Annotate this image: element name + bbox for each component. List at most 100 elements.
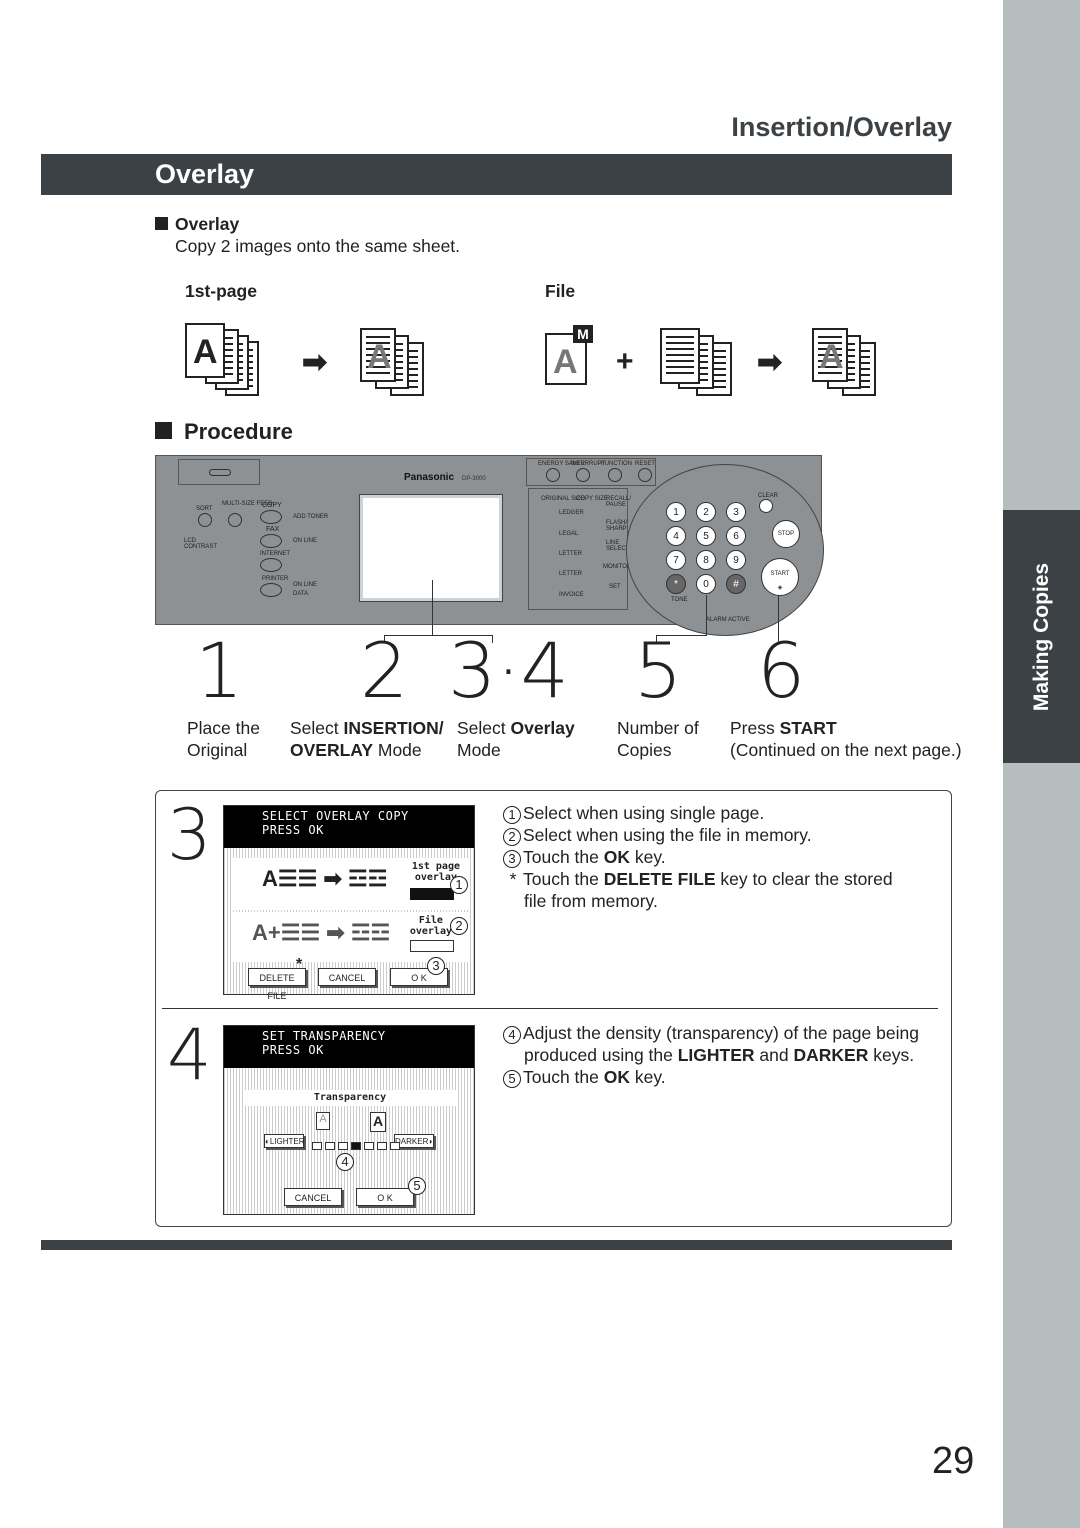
sort-button[interactable] xyxy=(198,513,212,527)
note: 3 Touch the OK key. xyxy=(503,846,893,868)
keypad-key[interactable]: 4 xyxy=(666,526,686,546)
overlaid-pages-icon: A xyxy=(360,328,440,400)
keypad-key[interactable]: 6 xyxy=(726,526,746,546)
internet-label: INTERNET xyxy=(260,551,290,557)
printer-online-label: ON LINE xyxy=(293,582,318,588)
label-bold: Overlay xyxy=(510,718,575,738)
clear-label: CLEAR xyxy=(758,493,779,499)
callout-1: 1 xyxy=(450,876,470,894)
keypad-key[interactable]: 9 xyxy=(726,550,746,570)
clear-button[interactable] xyxy=(759,499,773,513)
keypad-key[interactable]: 5 xyxy=(696,526,716,546)
keypad-key[interactable]: * xyxy=(666,574,686,594)
note-bold: OK xyxy=(603,1067,630,1087)
dark-page-icon: A xyxy=(370,1112,386,1132)
keypad-key[interactable]: 1 xyxy=(666,502,686,522)
copy-button[interactable] xyxy=(260,510,282,524)
copy-label: COPY xyxy=(262,502,282,509)
touch-panel-display[interactable] xyxy=(359,494,503,602)
overlay-select-screen: SELECT OVERLAY COPY PRESS OK 1st page over… xyxy=(223,805,475,1001)
step-6-label: Press START (Continued on the next page.) xyxy=(730,717,962,761)
letter-label[interactable]: LETTER xyxy=(559,551,582,557)
note: 2 Select when using the file in memory. xyxy=(503,824,893,846)
multi-size-feed-button[interactable] xyxy=(228,513,242,527)
overlay-heading: Overlay xyxy=(155,214,239,235)
first-page-overlay-selected[interactable] xyxy=(410,888,454,900)
fax-button[interactable] xyxy=(260,534,282,548)
function-button[interactable] xyxy=(608,468,622,482)
light-page-icon: A xyxy=(316,1112,330,1130)
step-number-3-4: 3·4 xyxy=(448,626,569,715)
start-button[interactable]: START ◈ xyxy=(761,558,799,596)
cancel-button[interactable]: CANCEL xyxy=(318,968,376,986)
text-pages-icon xyxy=(660,328,740,400)
option-label: 1st page xyxy=(411,861,460,872)
keypad-key[interactable]: 7 xyxy=(666,550,686,570)
transparency-screen: SET TRANSPARENCY PRESS OK Transparency A … xyxy=(223,1025,475,1215)
interrupt-button[interactable] xyxy=(576,468,590,482)
internet-button[interactable] xyxy=(260,558,282,572)
keypad-area xyxy=(626,464,824,636)
note-bold: LIGHTER xyxy=(677,1045,755,1065)
side-margin xyxy=(1003,0,1080,1528)
level-segment xyxy=(377,1142,387,1150)
ok-button[interactable]: O K xyxy=(356,1188,414,1206)
transparency-title: Transparency xyxy=(244,1090,456,1106)
cancel-button[interactable]: CANCEL xyxy=(284,1188,342,1206)
label-line: Copies xyxy=(617,740,672,760)
note-bold: DARKER xyxy=(793,1045,869,1065)
first-page-overlay-option[interactable]: 1st page overlay A☰☰ ➡ ☲☲ xyxy=(232,858,468,910)
file-overlay-checkbox[interactable] xyxy=(410,940,454,952)
stop-button[interactable]: STOP xyxy=(772,520,800,548)
file-overlay-option[interactable]: File overlay A+☰☰ ➡ ☲☲ xyxy=(232,912,468,962)
card-slot xyxy=(178,459,260,485)
keypad-key[interactable]: 2 xyxy=(696,502,716,522)
screen-message: PRESS OK xyxy=(262,1043,324,1057)
darker-label: DARKER xyxy=(395,1137,429,1146)
note-bold: OK xyxy=(603,847,630,867)
legal-label[interactable]: LEGAL xyxy=(559,531,578,537)
callout-2: 2 xyxy=(450,917,470,935)
keypad-key[interactable]: # xyxy=(726,574,746,594)
printer-label: PRINTER xyxy=(262,576,289,582)
note-text: Select when using the file in memory. xyxy=(523,825,812,845)
callout-3: 3 xyxy=(427,957,447,975)
energy-saver-button[interactable] xyxy=(546,468,560,482)
note-text: Touch the xyxy=(523,1067,604,1087)
keypad-key[interactable]: 0 xyxy=(696,574,716,594)
invoice-label[interactable]: INVOICE xyxy=(559,592,584,598)
asterisk-mark: * xyxy=(296,956,303,973)
lighter-button[interactable]: ◐LIGHTER xyxy=(264,1134,305,1148)
note-text: key. xyxy=(630,1067,666,1087)
step-number-2: 2 xyxy=(360,626,409,715)
label-line: Place the xyxy=(187,718,260,738)
note: 5 Touch the OK key. xyxy=(503,1066,919,1088)
darker-button[interactable]: DARKER◗ xyxy=(394,1134,434,1148)
printer-button[interactable] xyxy=(260,583,282,597)
keypad-key[interactable]: 8 xyxy=(696,550,716,570)
section-title: Insertion/Overlay xyxy=(731,112,952,142)
level-segment xyxy=(351,1142,361,1150)
data-label: DATA xyxy=(293,591,309,597)
page-title: Overlay xyxy=(155,159,255,189)
circled-number: 4 xyxy=(503,1026,521,1044)
procedure-heading: Procedure xyxy=(155,419,293,445)
ledger-label[interactable]: LEDGER xyxy=(559,510,584,516)
reset-button[interactable] xyxy=(638,468,652,482)
file-label: File xyxy=(545,281,576,301)
step-number-5: 5 xyxy=(634,626,683,715)
sort-label: SORT xyxy=(196,506,213,512)
step-number-6: 6 xyxy=(757,626,806,715)
note-text: key. xyxy=(630,847,666,867)
keypad-key[interactable]: 3 xyxy=(726,502,746,522)
set-label: SET xyxy=(609,584,621,590)
overlaid-pages-icon: A xyxy=(812,328,892,400)
reset-label: RESET xyxy=(635,461,656,467)
step-number-1: 1 xyxy=(195,626,244,715)
active-label: ACTIVE xyxy=(728,617,750,623)
recall-pause-label: RECALL/ PAUSE xyxy=(606,496,632,508)
level-segment xyxy=(390,1142,400,1150)
letter-r-label[interactable]: LETTER xyxy=(559,571,582,577)
label-line: Original xyxy=(187,740,248,760)
level-segment xyxy=(364,1142,374,1150)
